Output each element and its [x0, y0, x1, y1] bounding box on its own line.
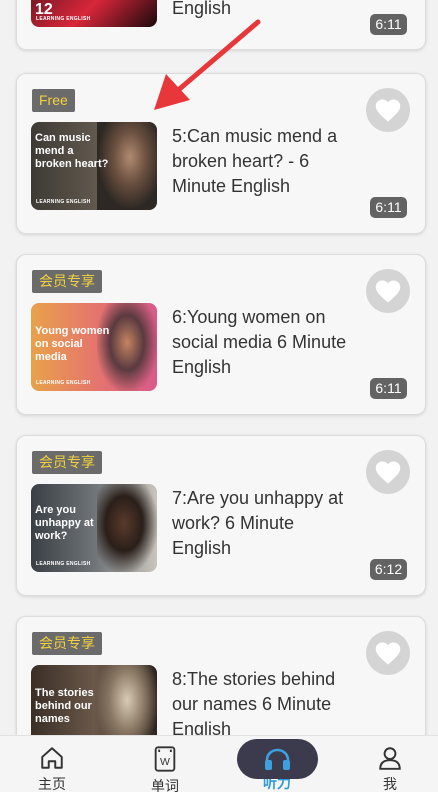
episode-duration: 6:12 — [370, 559, 407, 580]
thumbnail-brand: LEARNING ENGLISH — [36, 199, 91, 205]
listening-icon — [265, 748, 290, 770]
member-tag: 会员专享 — [32, 451, 102, 474]
heart-icon — [375, 461, 401, 484]
episode-card[interactable]: Free Can music mend a broken heart? LEAR… — [16, 73, 426, 234]
episode-title[interactable]: English — [172, 0, 347, 21]
tab-me-label: 我 — [383, 776, 397, 792]
thumbnail-brand: LEARNING ENGLISH — [36, 16, 91, 22]
episode-card[interactable]: 12 LEARNING ENGLISH English 6:11 — [16, 0, 426, 50]
free-tag: Free — [32, 89, 75, 112]
tab-words-label: 单词 — [151, 778, 179, 792]
favorite-button[interactable] — [366, 269, 410, 313]
tab-words[interactable]: W 单词 — [125, 736, 205, 792]
episode-title[interactable]: 5:Can music mend a broken heart? - 6 Min… — [172, 124, 347, 199]
thumbnail-brand: LEARNING ENGLISH — [36, 380, 91, 386]
episode-title[interactable]: 6:Young women on social media 6 Minute E… — [172, 305, 347, 380]
episode-thumbnail[interactable]: Can music mend a broken heart? LEARNING … — [31, 122, 157, 210]
episode-thumbnail[interactable]: The stories behind our names LEARNING EN… — [31, 665, 157, 740]
thumbnail-caption: Young women on social media — [35, 325, 110, 363]
episode-card[interactable]: 会员专享 The stories behind our names LEARNI… — [16, 616, 426, 740]
favorite-button[interactable] — [366, 88, 410, 132]
episode-duration: 6:11 — [370, 14, 407, 35]
thumbnail-brand: LEARNING ENGLISH — [36, 561, 91, 567]
episode-duration: 6:11 — [370, 378, 407, 399]
active-tab-indicator[interactable] — [237, 739, 318, 779]
member-tag: 会员专享 — [32, 270, 102, 293]
bottom-tab-bar: 主页 W 单词 听力 我 — [0, 735, 438, 792]
thumbnail-caption: Are you unhappy at work? — [35, 504, 94, 542]
episode-thumbnail[interactable]: 12 LEARNING ENGLISH — [31, 0, 157, 27]
heart-icon — [375, 99, 401, 122]
profile-icon — [379, 747, 401, 770]
episode-thumbnail[interactable]: Are you unhappy at work? LEARNING ENGLIS… — [31, 484, 157, 572]
tab-home[interactable]: 主页 — [12, 736, 92, 792]
tab-me[interactable]: 我 — [350, 736, 430, 792]
favorite-button[interactable] — [366, 631, 410, 675]
svg-text:W: W — [160, 756, 170, 768]
episode-card[interactable]: 会员专享 Are you unhappy at work? LEARNING E… — [16, 435, 426, 596]
heart-icon — [375, 642, 401, 665]
thumbnail-caption: Can music mend a broken heart? — [35, 132, 109, 170]
episode-card[interactable]: 会员专享 Young women on social media LEARNIN… — [16, 254, 426, 415]
thumbnail-caption: The stories behind our names — [35, 687, 94, 725]
heart-icon — [375, 280, 401, 303]
episode-duration: 6:11 — [370, 197, 407, 218]
thumbnail-number: 12 — [35, 1, 53, 18]
favorite-button[interactable] — [366, 450, 410, 494]
word-book-icon: W — [154, 746, 176, 772]
episode-list[interactable]: 12 LEARNING ENGLISH English 6:11 Free Ca… — [0, 0, 438, 740]
episode-title[interactable]: 8:The stories behind our names 6 Minute … — [172, 667, 347, 740]
episode-thumbnail[interactable]: Young women on social media LEARNING ENG… — [31, 303, 157, 391]
member-tag: 会员专享 — [32, 632, 102, 655]
tab-home-label: 主页 — [38, 776, 66, 792]
home-icon — [41, 747, 63, 769]
episode-title[interactable]: 7:Are you unhappy at work? 6 Minute Engl… — [172, 486, 347, 561]
